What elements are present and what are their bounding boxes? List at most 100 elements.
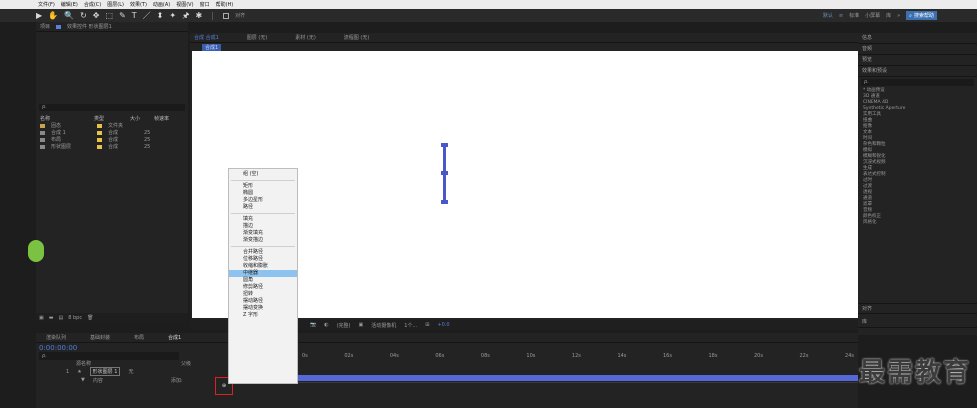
zoom-tool-icon[interactable]: 🔍 xyxy=(64,11,74,20)
menu-item-twist[interactable]: 扭转 xyxy=(229,291,297,298)
breadcrumb[interactable]: 合成1 xyxy=(202,43,222,51)
list-item[interactable]: 布局 合成 25 xyxy=(36,136,188,143)
effect-category[interactable]: 风格化 xyxy=(858,220,977,226)
workspace-menu-icon[interactable]: ≡ xyxy=(839,13,843,19)
grid-icon[interactable]: ⊞ xyxy=(425,322,429,328)
column-source-name[interactable]: 源名称 xyxy=(76,360,91,367)
menu-item-group[interactable]: 组 (空) xyxy=(229,171,297,178)
tab-comp1[interactable]: 合成1 xyxy=(168,334,181,341)
tab-flowchart[interactable]: 流程图 (无) xyxy=(344,34,370,41)
align-panel-tab[interactable]: 对齐 xyxy=(858,303,977,314)
column-framerate[interactable]: 帧速率 xyxy=(154,115,169,122)
path-handle-top[interactable] xyxy=(441,143,448,147)
menu-item-trim-paths[interactable]: 修剪路径 xyxy=(229,284,297,291)
list-item[interactable]: 合成 1 合成 25 xyxy=(36,129,188,136)
timecode-display[interactable]: 0:00:00:00 xyxy=(39,344,77,352)
expand-triangle-icon[interactable]: ▼ xyxy=(81,377,85,383)
views-select[interactable]: 1个... xyxy=(404,322,417,329)
hand-tool-icon[interactable]: ✋ xyxy=(48,11,58,20)
effects-search-input[interactable]: ρ. xyxy=(861,79,974,86)
new-composition-icon[interactable]: ▤ xyxy=(58,315,63,321)
menu-item-stroke[interactable]: 描边 xyxy=(229,223,297,230)
snapshot-icon[interactable]: 📷 xyxy=(310,322,316,328)
bpc-label[interactable]: 8 bpc xyxy=(68,315,82,321)
show-channel-icon[interactable]: ◐ xyxy=(324,322,328,328)
menu-item-path[interactable]: 路径 xyxy=(229,204,297,211)
search-help-box[interactable]: ⌕ 搜索帮助 xyxy=(906,11,937,20)
list-item[interactable]: 固态 文件夹 xyxy=(36,122,188,129)
interpret-footage-icon[interactable]: ▣ xyxy=(39,315,44,321)
tab-render-queue[interactable]: 渲染队列 xyxy=(46,334,66,341)
timeline-search-input[interactable]: ρ. xyxy=(39,352,179,360)
selection-tool-icon[interactable]: ▶ xyxy=(36,11,42,20)
column-name[interactable]: 名称 xyxy=(40,115,88,122)
camera-tool-icon[interactable]: ✥ xyxy=(93,11,100,20)
menu-composition[interactable]: 合成(C) xyxy=(84,1,101,8)
composition-viewer[interactable] xyxy=(192,51,935,318)
effects-presets-panel-tab[interactable]: 效果和预设 xyxy=(858,66,977,77)
info-panel-tab[interactable]: 信息 xyxy=(858,33,977,44)
menu-effect[interactable]: 效果(T) xyxy=(130,1,147,8)
workspace-library[interactable]: 库 xyxy=(886,12,891,19)
shape-tool-icon[interactable]: ⬚ xyxy=(106,11,114,20)
exposure-value[interactable]: +0.0 xyxy=(437,322,449,328)
menu-item-round-corners[interactable]: 圆角 xyxy=(229,277,297,284)
menu-item-wiggle-transform[interactable]: 摆动变换 xyxy=(229,305,297,312)
tab-composition[interactable]: 合成 合成1 xyxy=(194,34,219,41)
menu-file[interactable]: 文件(F) xyxy=(38,1,55,8)
column-type[interactable]: 类型 xyxy=(94,115,124,122)
menu-item-fill[interactable]: 填充 xyxy=(229,216,297,223)
tab-effect-controls[interactable]: 效果控件 形状图层1 xyxy=(67,23,112,30)
menu-view[interactable]: 视图(V) xyxy=(176,1,193,8)
snap-checkbox[interactable] xyxy=(223,12,230,19)
layer-duration-bar[interactable] xyxy=(298,375,858,381)
layer-parent[interactable]: 无 xyxy=(128,368,133,375)
side-expand-handle[interactable] xyxy=(28,240,44,262)
menu-window[interactable]: 窗口 xyxy=(200,1,210,8)
tab-footage[interactable]: 素材 (无) xyxy=(295,34,316,41)
roto-brush-tool-icon[interactable]: 🖈 xyxy=(182,11,189,20)
menu-layer[interactable]: 图层(L) xyxy=(107,1,124,8)
tab-basic[interactable]: 基础封装 xyxy=(90,334,110,341)
menu-item-rectangle[interactable]: 矩形 xyxy=(229,183,297,190)
tab-layer[interactable]: 图层 (无) xyxy=(247,34,268,41)
project-search-input[interactable]: ρ. xyxy=(39,104,185,111)
puppet-tool-icon[interactable]: ✱ xyxy=(195,11,202,20)
rotate-tool-icon[interactable]: ↻ xyxy=(80,11,87,20)
workspace-small-screen[interactable]: 小屏幕 xyxy=(865,12,880,19)
trash-icon[interactable]: 🗑 xyxy=(87,315,93,321)
pen-tool-icon[interactable]: ✎ xyxy=(119,11,126,20)
tab-layout[interactable]: 布局 xyxy=(134,334,144,341)
workspace-more-icon[interactable]: » xyxy=(897,13,900,19)
clone-stamp-tool-icon[interactable]: ⬍ xyxy=(157,11,164,20)
column-size[interactable]: 大小 xyxy=(130,115,148,122)
library-panel-tab[interactable]: 库 xyxy=(858,317,977,328)
menu-animation[interactable]: 动画(A) xyxy=(153,1,170,8)
zoom-select[interactable]: (完整) xyxy=(337,322,351,329)
menu-help[interactable]: 帮助(H) xyxy=(216,1,234,8)
menu-item-gradient-stroke[interactable]: 渐变描边 xyxy=(229,237,297,244)
menu-item-zig-zag[interactable]: Z 字形 xyxy=(229,312,297,319)
workspace-standard[interactable]: 标准 xyxy=(849,12,859,19)
menu-item-repeater[interactable]: 中继器 xyxy=(229,270,297,277)
time-ruler[interactable]: 0s 02s 04s 06s 08s 10s 12s 14s 16s 18s 2… xyxy=(298,353,858,362)
type-tool-icon[interactable]: T xyxy=(132,11,137,20)
menu-item-gradient-fill[interactable]: 渐变填充 xyxy=(229,230,297,237)
menu-item-merge-paths[interactable]: 合并路径 xyxy=(229,249,297,256)
workspace-default[interactable]: 默认 xyxy=(823,12,833,19)
audio-panel-tab[interactable]: 音频 xyxy=(858,44,977,55)
preview-panel-tab[interactable]: 预览 xyxy=(858,55,977,66)
tab-project[interactable]: 项目 xyxy=(40,23,50,30)
menu-item-wiggle-paths[interactable]: 摆动路径 xyxy=(229,298,297,305)
new-folder-icon[interactable]: ▬ xyxy=(49,315,54,321)
menu-edit[interactable]: 编辑(E) xyxy=(61,1,78,8)
menu-item-ellipse[interactable]: 椭圆 xyxy=(229,190,297,197)
layer-name[interactable]: 形状图层 1 xyxy=(89,367,121,376)
eraser-tool-icon[interactable]: ✦ xyxy=(169,11,176,20)
menu-item-offset-paths[interactable]: 位移路径 xyxy=(229,256,297,263)
camera-select[interactable]: 活动摄像机 xyxy=(371,322,396,329)
list-item[interactable]: 形状图层 合成 25 xyxy=(36,143,188,150)
menu-item-polystar[interactable]: 多边星形 xyxy=(229,197,297,204)
path-handle-middle[interactable] xyxy=(441,171,448,175)
column-parent[interactable]: 父级 xyxy=(181,360,191,367)
